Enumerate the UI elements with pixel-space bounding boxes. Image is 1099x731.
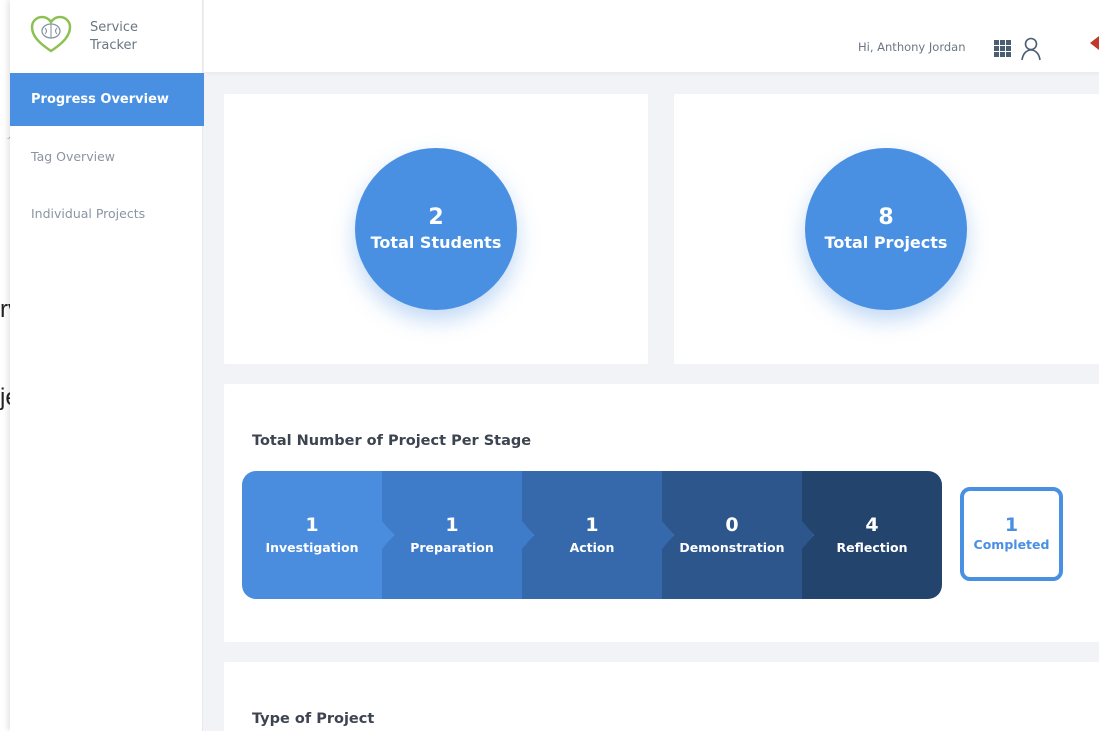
sidebar-item-individual-projects[interactable]: Individual Projects [10,187,203,240]
stage-value: 0 [725,514,739,536]
stage-label: Action [569,540,615,555]
total-students-value: 2 [428,205,444,230]
total-projects-label: Total Projects [824,233,948,252]
app-window: Service Tracker Progress Overview Tag Ov… [10,0,1099,731]
total-projects-card: 8 Total Projects [674,94,1099,364]
total-students-card: 2 Total Students [224,94,648,364]
stage-pipeline: 1 Investigation 1 Preparation 1 Action 0… [242,471,942,599]
total-projects-value: 8 [878,205,894,230]
sidebar-nav: Progress Overview Tag Overview Individua… [10,73,204,244]
brand-line-1: Service [90,20,139,35]
completed-value: 1 [1004,514,1019,536]
stage-action[interactable]: 1 Action [522,471,662,599]
stage-label: Reflection [836,540,908,555]
stage-arrow-icon [802,521,814,549]
stage-arrow-icon [382,521,394,549]
stage-investigation[interactable]: 1 Investigation [242,471,382,599]
stage-demonstration[interactable]: 0 Demonstration [662,471,802,599]
total-students-label: Total Students [370,233,502,252]
grid-icon[interactable] [994,40,1012,58]
heart-brain-icon [30,15,72,53]
sidebar: Service Tracker Progress Overview Tag Ov… [10,0,204,731]
sidebar-item-tag-overview[interactable]: Tag Overview [10,130,203,183]
brand-logo[interactable]: Service Tracker [10,0,203,72]
user-icon[interactable] [1020,37,1042,61]
top-bar: Hi, Anthony Jordan [204,0,1099,72]
stage-arrow-icon [662,521,674,549]
total-students-circle: 2 Total Students [355,148,517,310]
completed-label: Completed [973,537,1050,552]
stage-reflection[interactable]: 4 Reflection [802,471,942,599]
stage-arrow-icon [522,521,534,549]
stage-value: 4 [865,514,879,536]
type-section-title: Type of Project [252,711,375,727]
stage-value: 1 [305,514,319,536]
user-greeting: Hi, Anthony Jordan [858,40,966,54]
stage-preparation[interactable]: 1 Preparation [382,471,522,599]
stage-label: Investigation [265,540,359,555]
stages-section-title: Total Number of Project Per Stage [252,433,532,449]
stage-value: 1 [445,514,459,536]
completed-projects-box[interactable]: 1 Completed [960,487,1063,581]
stage-value: 1 [585,514,599,536]
brand-name: Service Tracker [90,19,138,55]
brand-line-2: Tracker [90,38,137,53]
screen: rview jects Service Tracker Progress Ove… [0,0,1099,731]
total-projects-circle: 8 Total Projects [805,148,967,310]
stage-label: Preparation [410,540,494,555]
collapse-marker-icon[interactable] [1090,36,1099,50]
stage-label: Demonstration [679,540,785,555]
sidebar-item-progress-overview[interactable]: Progress Overview [10,73,204,126]
project-stages-card: Total Number of Project Per Stage 1 Inve… [224,384,1099,642]
project-type-card: Type of Project [224,662,1099,731]
